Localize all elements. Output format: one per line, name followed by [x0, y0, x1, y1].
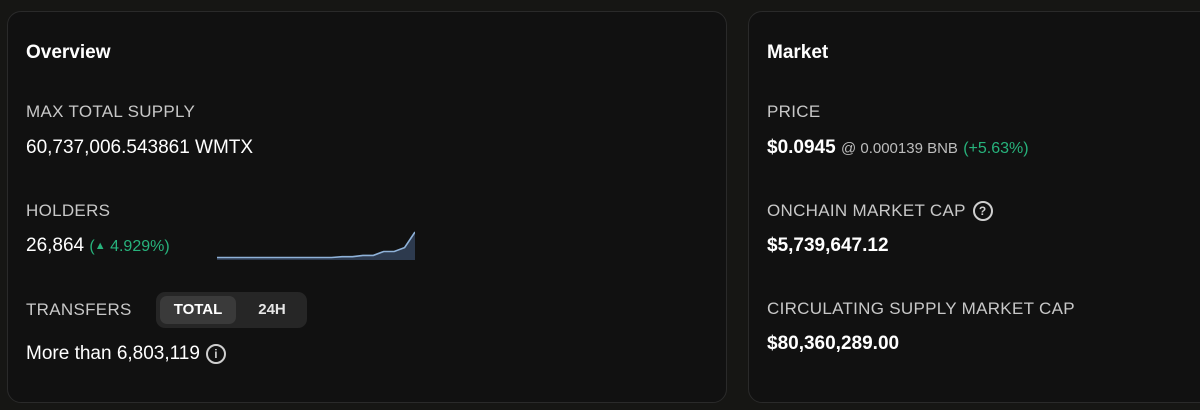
- holders-sparkline: [217, 231, 415, 260]
- sparkline-area: [217, 232, 415, 260]
- circ-cap-label: CIRCULATING SUPPLY MARKET CAP: [767, 299, 1075, 318]
- transfers-value: More than 6,803,119: [26, 343, 200, 364]
- caret-up-icon: ▲: [94, 240, 106, 252]
- tab-total[interactable]: TOTAL: [160, 296, 236, 324]
- holders-label: HOLDERS: [26, 201, 111, 220]
- tab-24h[interactable]: 24H: [244, 296, 300, 324]
- onchain-cap-row: ONCHAIN MARKET CAP?: [767, 201, 993, 221]
- holders-change-value: 4.929%: [110, 238, 165, 255]
- circ-cap-value: $80,360,289.00: [767, 333, 900, 354]
- market-card: Market PRICE $0.0945 @ 0.000139 BNB (+5.…: [748, 11, 1200, 403]
- price-change: (+5.63%): [963, 140, 1029, 157]
- holders-row: 26,864 (▲ 4.929%): [26, 235, 170, 257]
- price-value: $0.0945: [767, 137, 836, 158]
- transfers-label: TRANSFERS: [26, 300, 132, 319]
- max-supply-value: 60,737,006.543861 WMTX: [26, 137, 254, 158]
- holders-change: (▲ 4.929%): [89, 238, 170, 255]
- price-label: PRICE: [767, 102, 821, 121]
- onchain-cap-value: $5,739,647.12: [767, 235, 889, 256]
- transfers-toggle: TOTAL 24H: [156, 292, 307, 328]
- overview-card: Overview MAX TOTAL SUPPLY 60,737,006.543…: [7, 11, 727, 403]
- market-title: Market: [767, 42, 829, 63]
- question-icon[interactable]: ?: [972, 201, 993, 221]
- info-icon[interactable]: i: [205, 344, 226, 364]
- max-supply-label: MAX TOTAL SUPPLY: [26, 102, 196, 121]
- onchain-cap-label: ONCHAIN MARKET CAP: [767, 201, 966, 220]
- price-row: $0.0945 @ 0.000139 BNB (+5.63%): [767, 137, 1029, 159]
- overview-title: Overview: [26, 42, 111, 63]
- holders-value: 26,864: [26, 235, 85, 256]
- price-bnb: @ 0.000139 BNB: [840, 140, 958, 157]
- transfers-row: More than 6,803,119 i: [26, 343, 226, 365]
